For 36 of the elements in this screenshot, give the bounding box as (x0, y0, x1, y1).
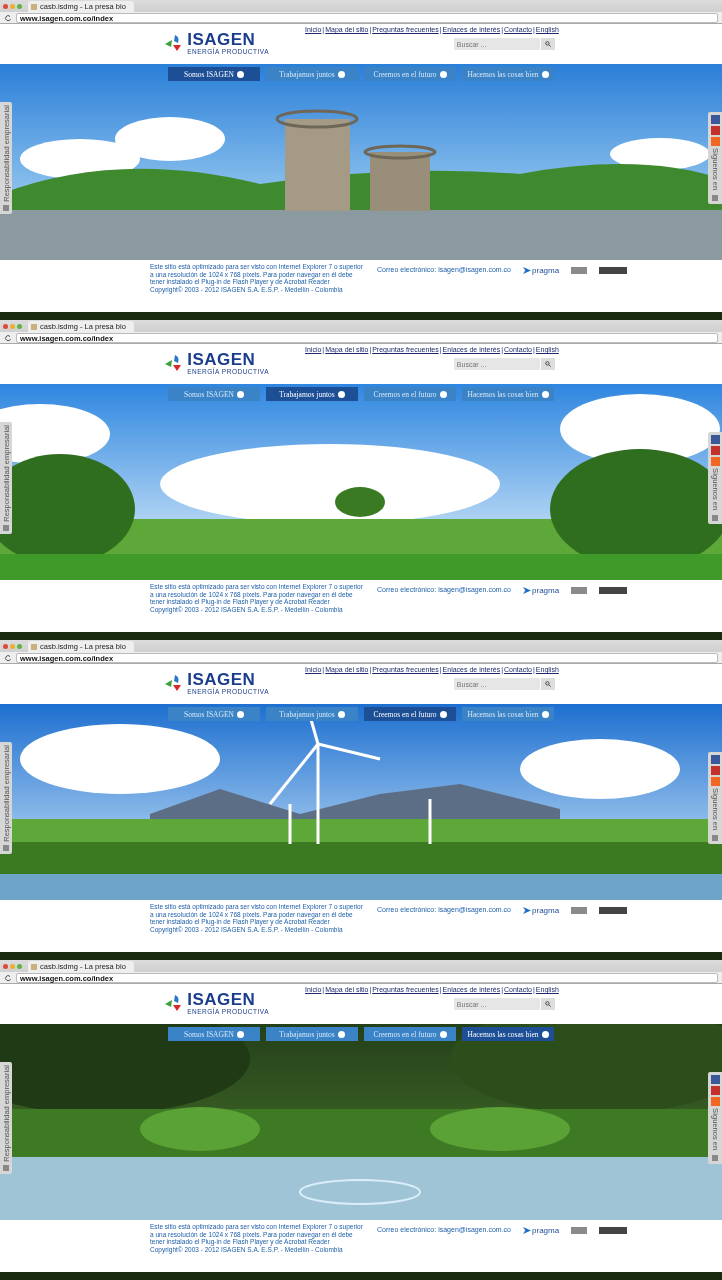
search-button[interactable] (540, 998, 555, 1010)
reload-icon[interactable] (4, 13, 12, 22)
search-icon (544, 681, 551, 687)
facebook-icon[interactable] (710, 755, 720, 764)
facebook-icon[interactable] (710, 1075, 720, 1084)
partner-name: pragma (532, 265, 560, 275)
partner-logo-icon (523, 586, 531, 594)
search-icon (544, 1001, 551, 1007)
search-button[interactable] (540, 358, 555, 370)
partner-name: pragma (532, 905, 560, 915)
reload-icon[interactable] (4, 333, 12, 342)
logo-wordmark[interactable]: ISAGEN (187, 351, 269, 368)
logo-wordmark[interactable]: ISAGEN (187, 31, 269, 48)
favicon-icon (31, 963, 37, 970)
youtube-icon[interactable] (710, 126, 720, 135)
partner-name: pragma (532, 585, 560, 595)
partner-logo-icon (523, 1226, 531, 1234)
search-icon (544, 41, 551, 47)
youtube-icon[interactable] (710, 766, 720, 775)
reload-icon[interactable] (4, 653, 12, 662)
partner-logo-icon (523, 266, 531, 274)
facebook-icon[interactable] (710, 435, 720, 444)
logo-wordmark[interactable]: ISAGEN (187, 671, 269, 688)
facebook-icon[interactable] (710, 115, 720, 124)
partner-name: pragma (532, 1225, 560, 1235)
youtube-icon[interactable] (710, 446, 720, 455)
partner-logo-icon (523, 906, 531, 914)
favicon-icon (31, 323, 37, 330)
search-button[interactable] (540, 38, 555, 50)
search-button[interactable] (540, 678, 555, 690)
youtube-icon[interactable] (710, 1086, 720, 1095)
search-icon (544, 361, 551, 367)
favicon-icon (31, 3, 37, 10)
logo-wordmark[interactable]: ISAGEN (187, 991, 269, 1008)
favicon-icon (31, 643, 37, 650)
reload-icon[interactable] (4, 973, 12, 982)
